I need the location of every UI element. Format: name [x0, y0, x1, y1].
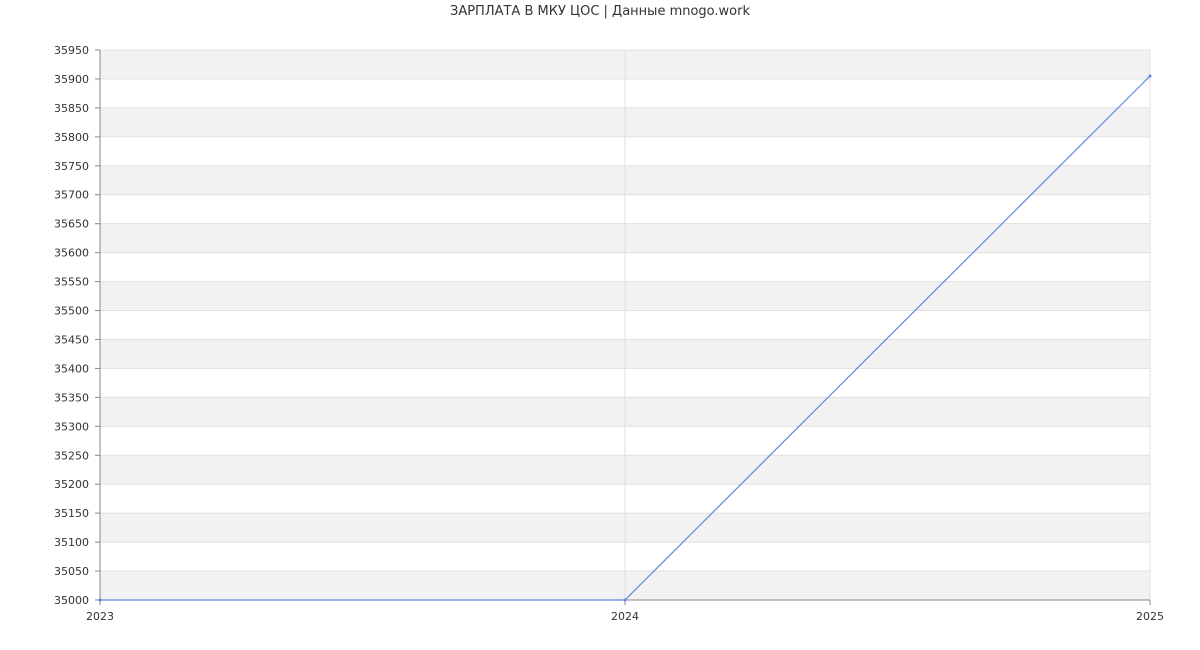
y-tick-label: 35200	[54, 478, 89, 491]
data-point	[623, 598, 627, 602]
y-axis-ticks: 35000 35050 35100 35150 35200 35250 35300 35350…	[54, 44, 100, 607]
y-tick-label: 35800	[54, 131, 89, 144]
y-tick-label: 35350	[54, 391, 89, 404]
y-tick-label: 35050	[54, 565, 89, 578]
y-tick-label: 35900	[54, 73, 89, 86]
x-tick-label: 2025	[1136, 610, 1164, 623]
y-tick-label: 35400	[54, 362, 89, 375]
y-tick-label: 35850	[54, 102, 89, 115]
y-tick-label: 35300	[54, 420, 89, 433]
y-tick-label: 35650	[54, 218, 89, 231]
data-point	[98, 598, 102, 602]
y-tick-label: 35250	[54, 449, 89, 462]
y-tick-label: 35600	[54, 247, 89, 260]
x-tick-label: 2024	[611, 610, 639, 623]
data-point	[1148, 74, 1152, 78]
y-tick-label: 35550	[54, 276, 89, 289]
y-tick-label: 35000	[54, 594, 89, 607]
y-tick-label: 35100	[54, 536, 89, 549]
y-tick-label: 35700	[54, 189, 89, 202]
y-tick-label: 35150	[54, 507, 89, 520]
x-axis-ticks: 2023 2024 2025	[86, 600, 1164, 623]
y-tick-label: 35450	[54, 333, 89, 346]
y-tick-label: 35950	[54, 44, 89, 57]
y-tick-label: 35500	[54, 305, 89, 318]
x-tick-label: 2023	[86, 610, 114, 623]
y-tick-label: 35750	[54, 160, 89, 173]
line-chart: 35000 35050 35100 35150 35200 35250 35300 35350…	[54, 44, 1164, 623]
